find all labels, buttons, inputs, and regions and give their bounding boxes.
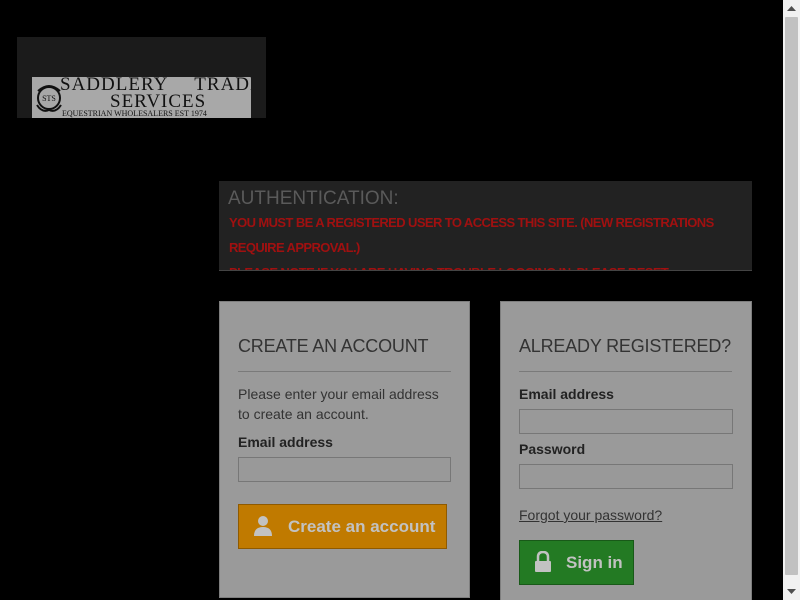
create-account-panel: CREATE AN ACCOUNT Please enter your emai… <box>219 301 470 598</box>
create-account-button[interactable]: Create an account <box>238 504 447 549</box>
scroll-up-arrow-icon[interactable] <box>783 0 800 17</box>
auth-message-reset-password: PLEASE NOTE IF YOU ARE HAVING TROUBLE LO… <box>229 260 729 270</box>
page: STS SADDLERYTRADE SERVICES EQUESTRIAN WH… <box>0 0 783 600</box>
logo-mark-text: STS <box>42 94 56 103</box>
sign-in-button-label: Sign in <box>566 553 623 572</box>
auth-title: AUTHENTICATION: <box>228 188 399 209</box>
create-email-input[interactable] <box>238 457 451 482</box>
create-account-description: Please enter your email address to creat… <box>238 386 439 422</box>
sign-in-button[interactable]: Sign in <box>519 540 634 585</box>
forgot-password-link[interactable]: Forgot your password? <box>519 507 662 523</box>
lock-icon <box>535 551 551 572</box>
password-label: Password <box>519 441 586 457</box>
create-account-heading: CREATE AN ACCOUNT <box>238 336 429 356</box>
site-logo[interactable]: STS SADDLERYTRADE SERVICES EQUESTRIAN WH… <box>32 77 251 118</box>
login-email-input[interactable] <box>519 409 733 434</box>
login-heading: ALREADY REGISTERED? <box>519 336 731 356</box>
login-panel: ALREADY REGISTERED? Email address Passwo… <box>500 301 752 600</box>
scrollbar-thumb[interactable] <box>785 17 798 575</box>
scroll-down-arrow-icon[interactable] <box>783 583 800 600</box>
authentication-notice: AUTHENTICATION: YOU MUST BE A REGISTERED… <box>219 181 752 271</box>
create-email-label: Email address <box>238 434 333 450</box>
vertical-scrollbar[interactable] <box>783 0 800 600</box>
create-account-button-label: Create an account <box>288 517 436 536</box>
auth-messages: YOU MUST BE A REGISTERED USER TO ACCESS … <box>229 210 729 270</box>
login-email-label: Email address <box>519 386 614 402</box>
auth-message-registered-only: YOU MUST BE A REGISTERED USER TO ACCESS … <box>229 215 714 255</box>
user-icon <box>254 516 272 536</box>
logo-tagline: EQUESTRIAN WHOLESALERS EST 1974 <box>62 109 207 118</box>
password-input[interactable] <box>519 464 733 489</box>
divider <box>519 371 732 372</box>
divider <box>238 371 451 372</box>
